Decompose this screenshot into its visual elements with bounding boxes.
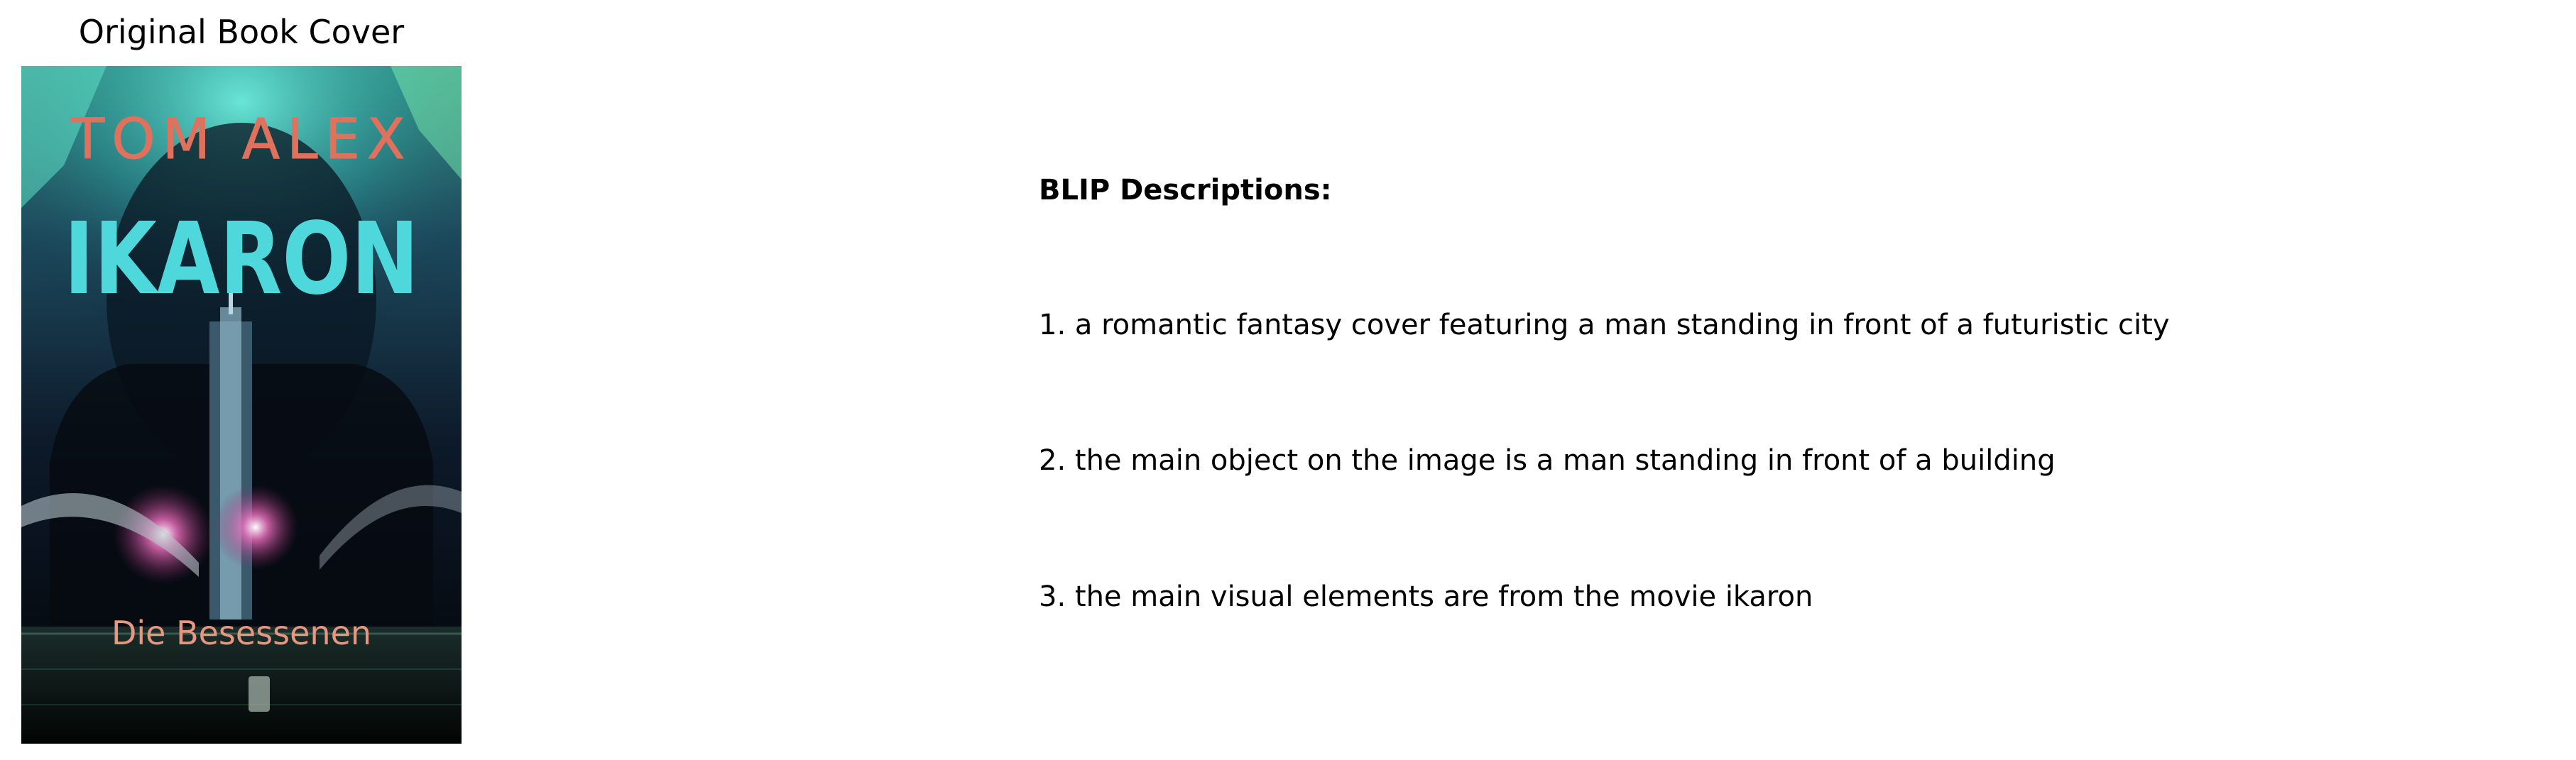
cover-book-title: IKARON: [64, 202, 419, 317]
book-cover-image: TOM ALEX IKARON Die Besessenen: [21, 66, 462, 744]
book-cover-artwork: TOM ALEX IKARON Die Besessenen: [21, 66, 462, 744]
cover-author: TOM ALEX: [70, 108, 413, 172]
description-item: 1. a romantic fantasy cover featuring a …: [1039, 309, 2170, 341]
publisher-logo-icon: [249, 676, 270, 712]
cover-subtitle: Die Besessenen: [111, 614, 371, 652]
descriptions-heading: BLIP Descriptions:: [1039, 174, 1332, 206]
cover-heading: Original Book Cover: [78, 13, 405, 51]
description-item: 3. the main visual elements are from the…: [1039, 580, 1813, 613]
description-item: 2. the main object on the image is a man…: [1039, 444, 2056, 477]
